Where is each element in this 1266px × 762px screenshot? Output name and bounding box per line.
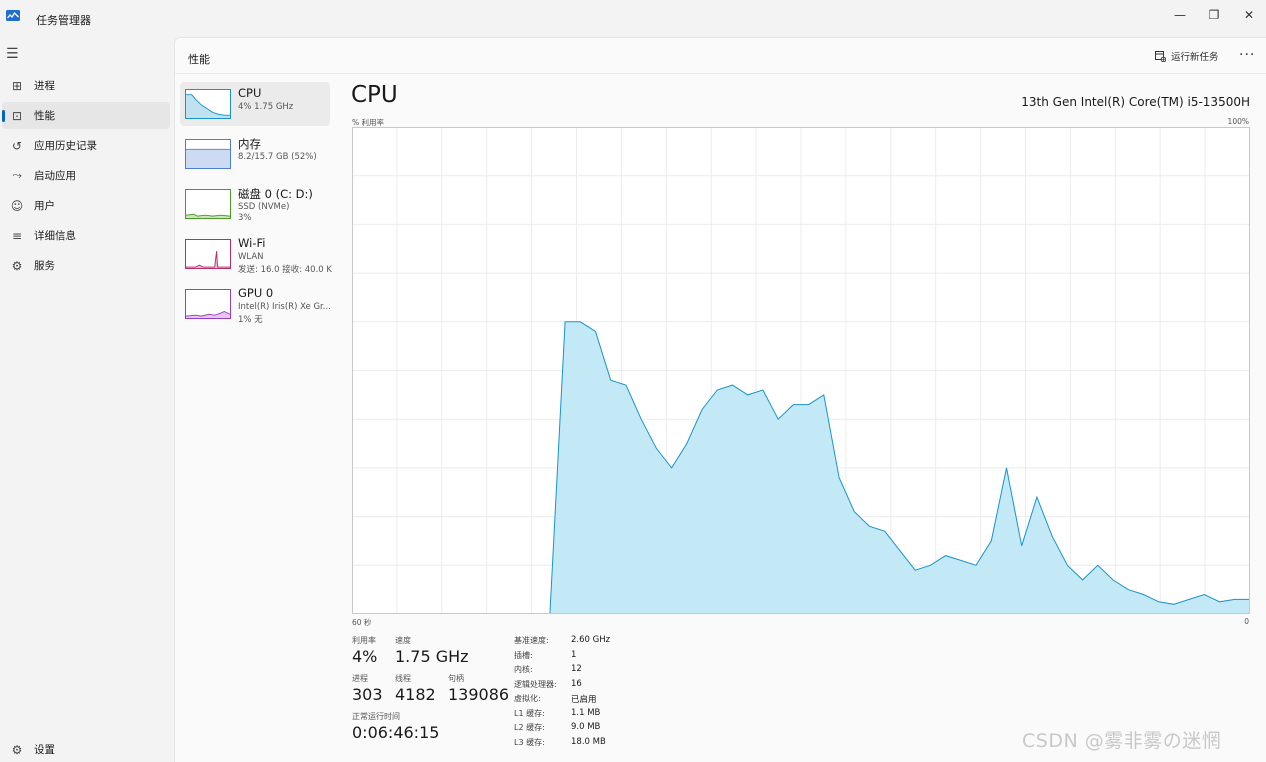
uptime-value: 0:06:46:15 <box>352 723 440 742</box>
sidebar-item-label: 用户 <box>34 200 55 212</box>
run-task-label: 运行新任务 <box>1171 52 1219 63</box>
resource-detail: SSD (NVMe) <box>238 202 290 212</box>
spec-value: 16 <box>571 678 582 689</box>
sidebar-item-history[interactable]: ↺ 应用历史记录 <box>2 132 170 159</box>
spec-label: L3 缓存: <box>514 737 545 747</box>
sidebar-item-services[interactable]: ⚙ 服务 <box>2 252 170 279</box>
resource-detail-2: 3% <box>238 213 252 223</box>
sidebar-item-performance[interactable]: ⊡ 性能 <box>2 102 170 129</box>
resource-item[interactable]: CPU 4% 1.75 GHz <box>180 82 330 126</box>
sidebar-item-settings[interactable]: ⚙ 设置 <box>2 736 170 762</box>
users-icon: ☺ <box>10 198 24 213</box>
spec-label: 基准速度: <box>514 636 549 645</box>
handles-value: 139086 <box>448 685 510 704</box>
cpu-model: 13th Gen Intel(R) Core(TM) i5-13500H <box>1021 95 1250 109</box>
spec-value: 9.0 MB <box>571 722 601 732</box>
sidebar-item-label: 应用历史记录 <box>34 140 97 152</box>
sidebar-item-details[interactable]: ≡ 详细信息 <box>2 222 170 249</box>
page-title: 性能 <box>188 53 210 66</box>
utilization-value: 4% <box>352 647 378 666</box>
spec-value: 2.60 GHz <box>571 635 611 645</box>
spec-label: 内核: <box>514 665 533 674</box>
x-axis-right-label: 0 <box>1244 617 1249 626</box>
run-new-task-button[interactable]: 运行新任务 <box>1155 49 1219 63</box>
main-panel: 性能 运行新任务 ··· CPU 4% 1.75 GHz 内存 8.2/15.7 GB… <box>174 37 1266 762</box>
resource-thumbnail <box>185 89 231 119</box>
spec-label: 虚拟化: <box>514 694 541 703</box>
title-bar: 任务管理器 — ❐ ✕ <box>0 0 1266 36</box>
resource-thumbnail <box>185 139 231 169</box>
spec-value: 已启用 <box>571 695 597 705</box>
utilization-label: 利用率 <box>352 636 376 645</box>
threads-label: 线程 <box>395 674 411 683</box>
y-axis-max-label: 100% <box>1227 117 1249 126</box>
sidebar-item-label: 服务 <box>34 260 55 272</box>
sidebar-item-users[interactable]: ☺ 用户 <box>2 192 170 219</box>
sidebar-item-label: 详细信息 <box>34 230 76 242</box>
processes-icon: ⊞ <box>11 78 23 93</box>
resource-thumbnail <box>185 289 231 319</box>
more-options-button[interactable]: ··· <box>1239 47 1255 63</box>
resource-name: 内存 <box>238 137 261 151</box>
spec-label: 逻辑处理器: <box>514 679 557 689</box>
resource-item[interactable]: GPU 0 Intel(R) Iris(R) Xe Gr... 1% 无 <box>180 282 331 326</box>
spec-value: 1 <box>571 649 577 660</box>
sidebar-item-label: 性能 <box>34 110 55 122</box>
hamburger-icon[interactable]: ☰ <box>6 46 19 62</box>
resource-detail-2: 发送: 16.0 接收: 40.0 K <box>238 265 332 275</box>
spec-label: 插槽: <box>514 650 533 660</box>
spec-value: 12 <box>571 664 582 674</box>
startup-icon: ⤳ <box>12 168 22 182</box>
resource-item[interactable]: Wi-Fi WLAN 发送: 16.0 接收: 40.0 K <box>180 232 332 276</box>
speed-value: 1.75 GHz <box>395 647 469 666</box>
panel-header: 性能 运行新任务 ··· <box>175 38 1266 74</box>
spec-label: L2 缓存: <box>514 723 545 732</box>
x-axis-left-label: 60 秒 <box>352 618 372 627</box>
resource-detail-2: 1% 无 <box>238 315 263 325</box>
uptime-label: 正常运行时间 <box>352 712 400 721</box>
handles-label: 句柄 <box>448 674 464 683</box>
run-task-icon <box>1155 50 1166 62</box>
sidebar-item-label: 进程 <box>34 80 55 92</box>
sidebar-item-startup[interactable]: ⤳ 启动应用 <box>2 162 170 189</box>
window-title: 任务管理器 <box>36 14 91 27</box>
close-button[interactable]: ✕ <box>1232 0 1266 30</box>
task-manager-logo-icon <box>6 10 20 21</box>
sidebar-item-processes[interactable]: ⊞ 进程 <box>2 72 170 99</box>
threads-value: 4182 <box>395 685 436 704</box>
resource-detail: 4% 1.75 GHz <box>238 102 294 112</box>
cpu-usage-graph <box>352 127 1250 614</box>
spec-label: L1 缓存: <box>514 708 545 718</box>
resource-item[interactable]: 磁盘 0 (C: D:) SSD (NVMe) 3% <box>180 182 330 226</box>
speed-label: 速度 <box>395 636 411 645</box>
details-icon: ≡ <box>11 228 23 243</box>
resource-thumbnail <box>185 239 231 269</box>
resource-name: 磁盘 0 (C: D:) <box>238 187 313 201</box>
history-icon: ↺ <box>11 138 23 153</box>
resource-item[interactable]: 内存 8.2/15.7 GB (52%) <box>180 132 330 176</box>
minimize-button[interactable]: — <box>1163 0 1197 30</box>
watermark: CSDN @雾非雾の迷惘 <box>1022 730 1222 752</box>
resource-name: Wi-Fi <box>238 236 266 250</box>
processes-label: 进程 <box>352 674 368 683</box>
sidebar-item-label: 设置 <box>34 744 55 756</box>
resource-detail: Intel(R) Iris(R) Xe Gr... <box>238 302 331 312</box>
sidebar-item-label: 启动应用 <box>34 170 76 182</box>
processes-value: 303 <box>352 685 383 704</box>
gear-icon: ⚙ <box>11 742 23 757</box>
resource-name: GPU 0 <box>238 286 274 300</box>
sidebar-nav: ☰ ⊞ 进程 ⊡ 性能 ↺ 应用历史记录 ⤳ 启动应用 ☺ 用户 ≡ 详细信息 ⚙ 服务 ⚙ 设置 <box>0 38 174 762</box>
performance-icon: ⊡ <box>11 108 23 123</box>
resource-name: CPU <box>238 86 262 100</box>
spec-value: 1.1 MB <box>571 707 601 718</box>
resource-detail: 8.2/15.7 GB (52%) <box>238 152 317 162</box>
resource-thumbnail <box>185 189 231 219</box>
resource-detail: WLAN <box>238 252 264 262</box>
restore-button[interactable]: ❐ <box>1197 0 1231 30</box>
spec-value: 18.0 MB <box>571 736 606 747</box>
services-icon: ⚙ <box>11 258 23 273</box>
detail-title: CPU <box>351 82 398 108</box>
